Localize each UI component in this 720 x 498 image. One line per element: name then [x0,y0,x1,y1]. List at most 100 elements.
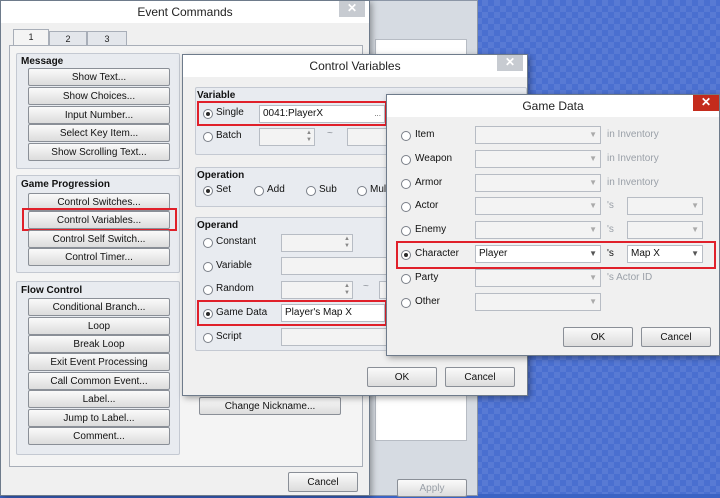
chevron-down-icon[interactable]: ▼ [589,222,597,238]
mul-radio[interactable] [357,186,367,196]
spinner-icon[interactable]: ▲ ▼ [306,130,312,144]
other-select[interactable]: ▼ [475,293,601,311]
party-select[interactable]: ▼ [475,269,601,287]
chevron-down-icon[interactable]: ▼ [691,222,699,238]
party-label: Party [415,272,439,283]
set-radio[interactable] [203,186,213,196]
show-text-button[interactable]: Show Text... [28,68,170,86]
item-select[interactable]: ▼ [475,126,601,144]
armor-suffix: in Inventory [607,177,659,188]
close-icon[interactable]: ✕ [693,95,719,111]
game-data-highlight [197,300,387,326]
weapon-radio[interactable] [401,155,411,165]
exit-event-processing-button[interactable]: Exit Event Processing [28,353,170,371]
message-label: Message [21,56,64,67]
constant-field[interactable]: ▲ ▼ [281,234,353,252]
window-title: Control Variables [309,59,401,73]
select-key-item-button[interactable]: Select Key Item... [28,124,170,142]
random-min-field[interactable]: ▲ ▼ [281,281,353,299]
chevron-down-icon[interactable]: ▼ [589,127,597,143]
change-nickname-button[interactable]: Change Nickname... [199,397,341,415]
control-variables-titlebar: Control Variables [183,55,527,77]
tab-1[interactable]: 1 [13,29,49,46]
game-data-ok-button[interactable]: OK [563,327,633,347]
actor-suffix: 's [607,200,614,211]
game-data-cancel-button[interactable]: Cancel [641,327,711,347]
game-progression-label: Game Progression [21,179,110,190]
party-suffix: 's Actor ID [607,272,653,283]
chevron-down-icon[interactable]: ▼ [589,151,597,167]
jump-to-label-button[interactable]: Jump to Label... [28,409,170,427]
batch-radio[interactable] [203,132,213,142]
control-self-switch-button[interactable]: Control Self Switch... [28,230,170,248]
character-highlight [396,241,716,269]
weapon-suffix: in Inventory [607,153,659,164]
enemy-select[interactable]: ▼ [475,221,601,239]
single-highlight [197,101,387,126]
operand-label: Operand [197,220,239,231]
spinner-icon[interactable]: ▲ ▼ [344,236,350,250]
add-radio[interactable] [254,186,264,196]
apply-button[interactable]: Apply [397,479,467,497]
show-choices-button[interactable]: Show Choices... [28,87,170,105]
enemy-radio[interactable] [401,226,411,236]
comment-button[interactable]: Comment... [28,427,170,445]
tab-3[interactable]: 3 [87,31,127,46]
constant-radio[interactable] [203,238,213,248]
conditional-branch-button[interactable]: Conditional Branch... [28,298,170,316]
label-button[interactable]: Label... [28,390,170,408]
chevron-down-icon[interactable]: ▼ [589,198,597,214]
sub-radio[interactable] [306,186,316,196]
enemy-suffix: 's [607,224,614,235]
enemy-property-select[interactable]: ▼ [627,221,703,239]
chevron-down-icon[interactable]: ▼ [589,294,597,310]
chevron-down-icon[interactable]: ▼ [589,175,597,191]
close-icon[interactable]: ✕ [339,1,365,17]
chevron-down-icon[interactable]: ▼ [691,198,699,214]
actor-radio[interactable] [401,202,411,212]
window-title: Game Data [522,99,584,113]
other-radio[interactable] [401,298,411,308]
event-commands-titlebar: Event Commands [1,1,369,23]
spinner-icon[interactable]: ▲ ▼ [344,283,350,297]
actor-property-select[interactable]: ▼ [627,197,703,215]
batch-start-field[interactable]: ▲ ▼ [259,128,315,146]
weapon-select[interactable]: ▼ [475,150,601,168]
loop-button[interactable]: Loop [28,317,170,335]
actor-label: Actor [415,200,439,211]
variable-radio[interactable] [203,262,213,272]
input-number-button[interactable]: Input Number... [28,106,170,124]
batch-end-field[interactable] [347,128,387,146]
constant-label: Constant [216,236,257,247]
event-commands-cancel-button[interactable]: Cancel [288,472,358,492]
batch-label: Batch [216,130,242,141]
script-label: Script [216,331,242,342]
actor-select[interactable]: ▼ [475,197,601,215]
item-radio[interactable] [401,131,411,141]
game-data-window: Game Data ✕ Item ▼ in Inventory Weapon ▼… [386,94,720,356]
call-common-event-button[interactable]: Call Common Event... [28,372,170,390]
armor-radio[interactable] [401,179,411,189]
control-variables-highlight [22,208,177,231]
game-data-titlebar: Game Data [387,95,719,117]
control-variables-ok-button[interactable]: OK [367,367,437,387]
random-radio[interactable] [203,285,213,295]
break-loop-button[interactable]: Break Loop [28,335,170,353]
close-icon[interactable]: ✕ [497,55,523,71]
show-scrolling-text-button[interactable]: Show Scrolling Text... [28,143,170,161]
variable-operand-field[interactable] [281,257,387,275]
party-radio[interactable] [401,274,411,284]
window-title: Event Commands [137,5,233,19]
script-radio[interactable] [203,333,213,343]
tab-2[interactable]: 2 [49,31,87,46]
variable-operand-label: Variable [216,260,252,271]
enemy-label: Enemy [415,224,447,235]
set-label: Set [216,184,232,195]
control-variables-cancel-button[interactable]: Cancel [445,367,515,387]
mul-label: Mul [370,184,387,195]
flow-control-label: Flow Control [21,285,83,296]
script-field[interactable] [281,328,387,346]
armor-select[interactable]: ▼ [475,174,601,192]
control-timer-button[interactable]: Control Timer... [28,248,170,266]
chevron-down-icon[interactable]: ▼ [589,270,597,286]
